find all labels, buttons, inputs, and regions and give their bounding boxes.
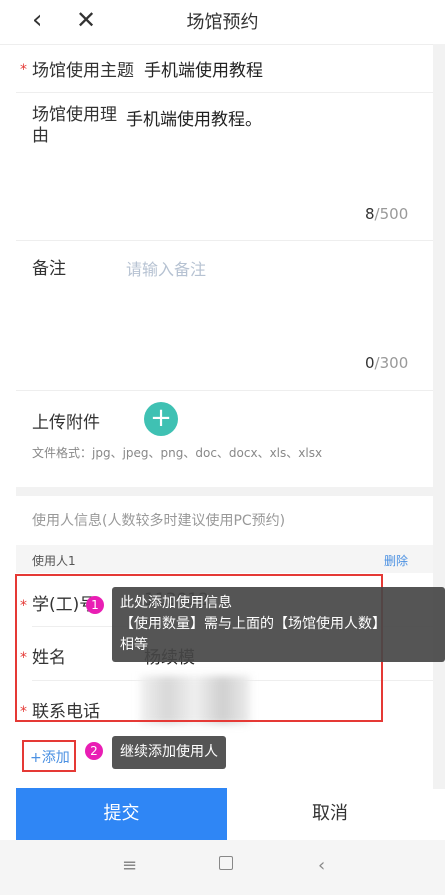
submit-button[interactable]: 提交 (16, 788, 227, 840)
tooltip-2: 继续添加使用人 (112, 736, 226, 769)
section-divider (16, 487, 433, 496)
reason-counter: 8/500 (365, 205, 408, 223)
tooltip-1-line3: 相等 (120, 637, 148, 653)
tooltip-1-line1: 此处添加使用信息 (120, 595, 232, 611)
step-badge-1: 1 (86, 596, 104, 614)
user-section-title: 使用人信息(人数较多时建议使用PC预约) (32, 513, 286, 529)
reason-count: 8 (365, 205, 375, 223)
subject-input[interactable]: 手机端使用教程 (144, 56, 263, 81)
remark-counter: 0/300 (365, 354, 408, 372)
attachment-label: 上传附件 (32, 413, 100, 433)
right-gutter (433, 44, 445, 789)
required-mark: * (20, 62, 27, 78)
divider (16, 390, 433, 391)
user-header-band (16, 545, 433, 573)
add-user-button[interactable]: +添加 (30, 747, 70, 767)
user-label: 使用人1 (32, 554, 76, 568)
reason-max: /500 (374, 205, 409, 223)
divider (16, 92, 433, 93)
step-badge-2: 2 (85, 742, 103, 760)
remark-label: 备注 (32, 259, 66, 279)
upload-plus-button[interactable]: + (144, 402, 178, 436)
menu-icon[interactable]: ≡ (122, 855, 137, 876)
remark-textarea[interactable]: 请输入备注 (126, 256, 206, 280)
reason-textarea[interactable]: 手机端使用教程。 (126, 105, 262, 130)
page-title: 场馆预约 (186, 12, 259, 33)
nav-back-icon[interactable]: ‹ (318, 855, 325, 876)
tooltip-1: 此处添加使用信息 【使用数量】需与上面的【场馆使用人数】 相等 (112, 587, 445, 662)
file-format-hint: 文件格式：jpg、jpeg、png、doc、docx、xls、xlsx (32, 446, 323, 460)
cancel-button[interactable]: 取消 (227, 788, 433, 840)
remark-max: /300 (374, 354, 409, 372)
tooltip-1-line2: 【使用数量】需与上面的【场馆使用人数】 (120, 616, 386, 632)
divider (16, 240, 433, 241)
delete-user-link[interactable]: 删除 (384, 552, 408, 569)
subject-label: 场馆使用主题 (32, 61, 134, 81)
remark-count: 0 (365, 354, 375, 372)
home-icon[interactable] (219, 856, 233, 870)
reason-label: 场馆使用理由 (32, 105, 117, 146)
